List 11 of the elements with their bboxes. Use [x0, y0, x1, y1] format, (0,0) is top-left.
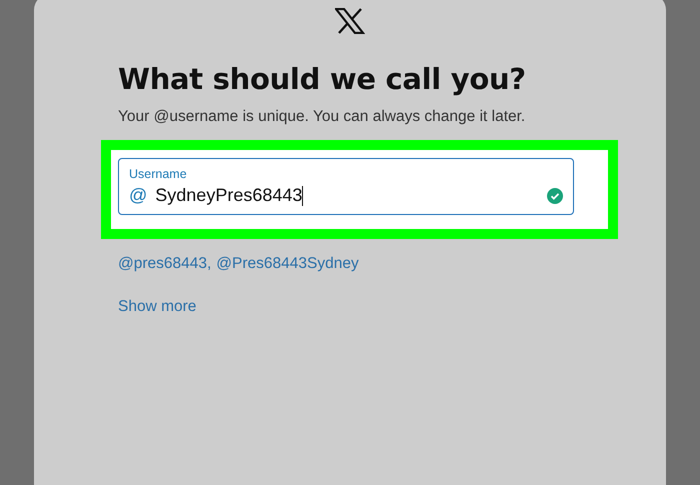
username-suggestion-link[interactable]: @Pres68443Sydney	[216, 255, 359, 273]
dialog-title: What should we call you?	[118, 62, 527, 96]
dialog-subtitle: Your @username is unique. You can always change it later.	[118, 108, 526, 126]
username-field[interactable]: Username @ SydneyPres68443	[118, 158, 574, 215]
x-logo-icon	[335, 8, 365, 34]
username-suggestion-link[interactable]: @pres68443,	[118, 255, 212, 273]
field-label: Username	[129, 167, 188, 181]
show-more-link[interactable]: Show more	[118, 298, 196, 316]
username-value: SydneyPres68443	[155, 185, 302, 206]
at-prefix: @	[129, 185, 148, 206]
text-cursor	[302, 186, 304, 206]
